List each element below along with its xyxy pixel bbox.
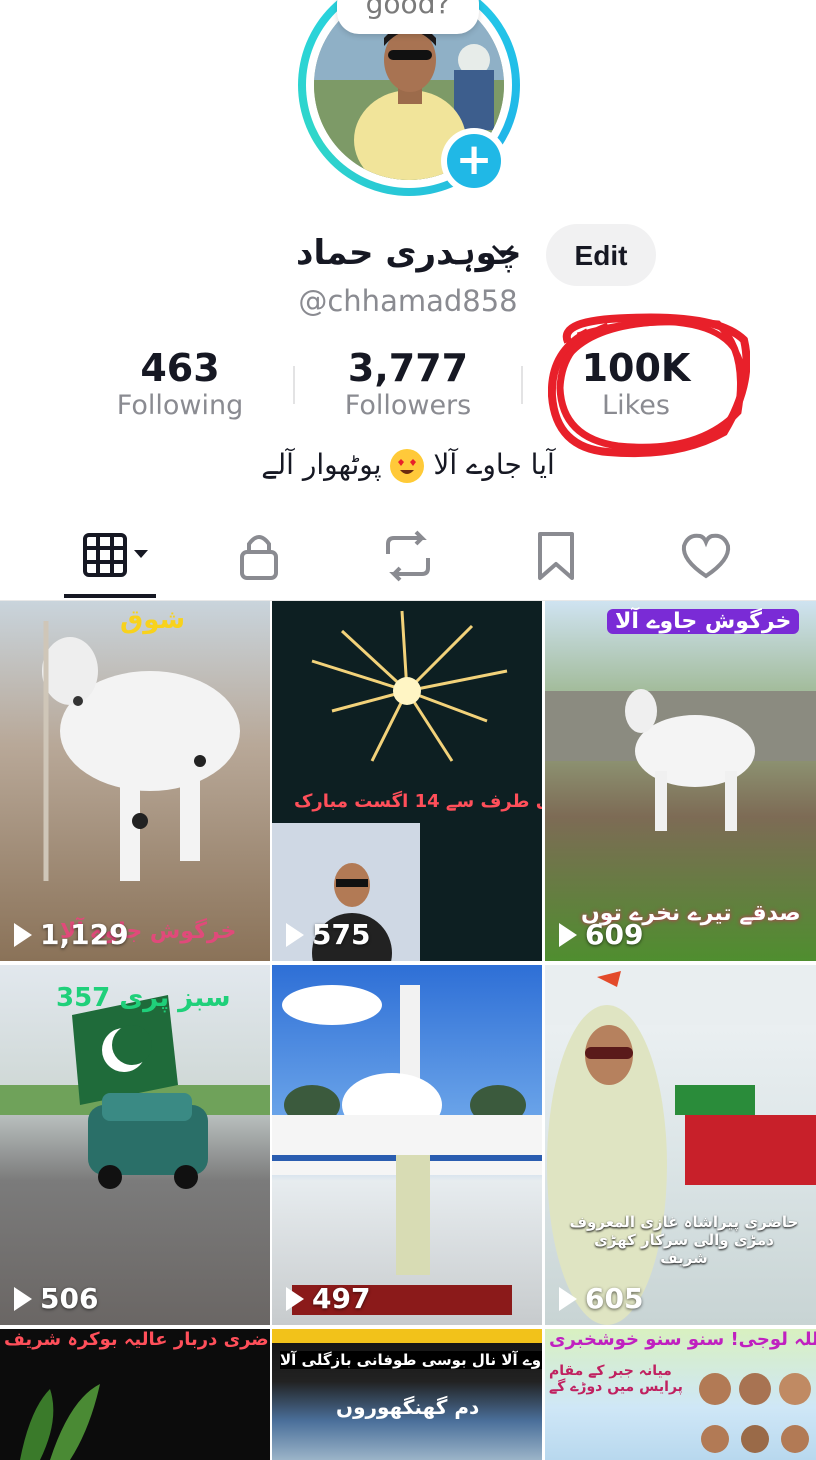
following-count[interactable]: 463 (80, 346, 280, 390)
video-thumbnail[interactable]: آ یا خرگوش جاوے آلا نال بوسی طوفانی بازگ… (272, 1329, 542, 1460)
shrine-image (545, 965, 816, 1325)
video-caption-top: خرگوش جاوے آلا (607, 609, 800, 634)
heart-icon[interactable] (678, 528, 738, 584)
bookmark-icon[interactable] (534, 528, 594, 584)
profile-bio: آیا جاوے آلا پوٹھوار آلے (0, 448, 816, 483)
active-tab-indicator (64, 594, 156, 598)
video-thumbnail[interactable]: سبز پری 357 506 (0, 965, 270, 1325)
video-caption-top: آ یا خرگوش جاوے آلا نال بوسی طوفانی بازگ… (280, 1351, 542, 1369)
video-caption-top: حاضری دربار عالیہ بوکرہ شریف (4, 1329, 270, 1350)
bio-suffix: آیا جاوے آلا (433, 448, 555, 481)
view-count-value: 605 (585, 1282, 644, 1315)
view-count: 609 (559, 918, 643, 951)
video-caption-bottom: حاضری پیراشاہ غازی المعروف دمڑی والی سرک… (569, 1213, 799, 1267)
mosque-image (272, 985, 542, 1315)
following-label[interactable]: Following (80, 390, 280, 421)
edit-profile-button[interactable]: Edit (546, 224, 656, 286)
red-circle-annotation (548, 313, 750, 458)
view-count-value: 609 (585, 918, 644, 951)
video-caption-top: شوق (120, 605, 186, 635)
story-bubble[interactable]: good? (337, 0, 479, 34)
car-flag-image (0, 995, 270, 1189)
video-thumbnail[interactable]: شوق خرگوش جاوے آلا 1,129 (0, 601, 270, 961)
video-caption-top: انشاءاللہ لوجی! سنو سنو خوشخبری (549, 1329, 816, 1350)
play-icon (559, 1286, 577, 1311)
stat-divider (521, 366, 523, 404)
view-count: 497 (286, 1282, 370, 1315)
play-icon (559, 922, 577, 947)
video-caption-top: سبز پری 357 (56, 983, 231, 1013)
view-count-value: 575 (312, 918, 371, 951)
video-thumbnail[interactable]: سب کو میری طرف سے 14 اگست مبارک 575 (272, 601, 542, 961)
chevron-down-icon[interactable] (490, 238, 516, 271)
video-caption-bottom: دم گھنگھوروں (336, 1395, 480, 1419)
heart-eyes-emoji-icon (390, 449, 425, 483)
video-thumbnail[interactable]: حاضری دربار عالیہ بوکرہ شریف (0, 1329, 270, 1460)
repost-icon[interactable] (380, 528, 440, 584)
view-count-value: 1,129 (40, 918, 129, 951)
video-thumbnail[interactable]: 497 (272, 965, 542, 1325)
play-icon (14, 1286, 32, 1311)
fireworks-image (311, 610, 508, 762)
add-story-icon[interactable]: + (447, 134, 501, 188)
view-count-value: 497 (312, 1282, 371, 1315)
goat-image (42, 621, 240, 881)
view-count: 575 (286, 918, 370, 951)
display-name: چوہدری حماد (296, 233, 522, 273)
play-icon (286, 1286, 304, 1311)
caption-banner (272, 1329, 542, 1343)
video-caption-top: سب کو میری طرف سے 14 اگست مبارک (294, 791, 542, 812)
view-count: 506 (14, 1282, 98, 1315)
play-icon (14, 922, 32, 947)
stat-divider (293, 366, 295, 404)
grid-icon[interactable] (82, 528, 148, 584)
followers-count[interactable]: 3,777 (308, 346, 508, 390)
play-icon (286, 922, 304, 947)
bio-prefix: پوٹھوار آلے (261, 448, 382, 481)
view-count: 1,129 (14, 918, 129, 951)
lock-icon[interactable] (236, 528, 296, 584)
people-portraits (699, 1373, 811, 1453)
view-count-value: 506 (40, 1282, 99, 1315)
view-count: 605 (559, 1282, 643, 1315)
video-caption-bottom: میانہ جبر کے مقام پرایس میں دوڑے گے (549, 1363, 683, 1395)
followers-label[interactable]: Followers (308, 390, 508, 421)
video-thumbnail[interactable]: خرگوش جاوے آلا صدقے تیرے نخرے توں 609 (545, 601, 816, 961)
video-thumbnail[interactable]: انشاءاللہ لوجی! سنو سنو خوشخبری میانہ جب… (545, 1329, 816, 1460)
video-thumbnail[interactable]: حاضری پیراشاہ غازی المعروف دمڑی والی سرک… (545, 965, 816, 1325)
